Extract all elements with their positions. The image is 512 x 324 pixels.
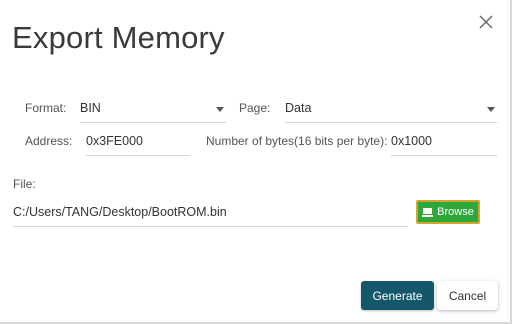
close-icon xyxy=(479,15,493,29)
format-value: BIN xyxy=(80,101,101,115)
page-value: Data xyxy=(285,101,312,115)
generate-button[interactable]: Generate xyxy=(361,281,434,310)
file-label: File: xyxy=(13,177,36,191)
chevron-down-icon xyxy=(216,107,224,112)
bytes-label: Number of bytes(16 bits per byte): xyxy=(206,134,388,148)
address-value: 0x3FE000 xyxy=(86,134,143,148)
close-button[interactable] xyxy=(476,12,496,32)
browse-button[interactable]: Browse xyxy=(416,200,480,224)
page-label: Page: xyxy=(239,101,271,115)
bytes-value: 0x1000 xyxy=(391,134,433,148)
folder-icon xyxy=(422,208,434,217)
page-select[interactable]: Data xyxy=(285,96,497,123)
cancel-button[interactable]: Cancel xyxy=(437,281,498,310)
chevron-down-icon xyxy=(487,107,495,112)
file-path-value: C:/Users/TANG/Desktop/BootROM.bin xyxy=(13,205,227,219)
bytes-field[interactable]: 0x1000 xyxy=(391,129,497,156)
cancel-label: Cancel xyxy=(448,288,487,303)
export-memory-dialog: Export Memory Format: BIN Page: Data Add… xyxy=(0,0,512,324)
format-select[interactable]: BIN xyxy=(80,96,226,123)
address-field[interactable]: 0x3FE000 xyxy=(86,129,190,156)
dialog-title: Export Memory xyxy=(12,20,225,55)
address-label: Address: xyxy=(25,134,73,148)
browse-label: Browse xyxy=(437,206,474,218)
file-path-field[interactable]: C:/Users/TANG/Desktop/BootROM.bin xyxy=(13,200,408,227)
generate-label: Generate xyxy=(372,288,423,303)
format-label: Format: xyxy=(25,101,67,115)
